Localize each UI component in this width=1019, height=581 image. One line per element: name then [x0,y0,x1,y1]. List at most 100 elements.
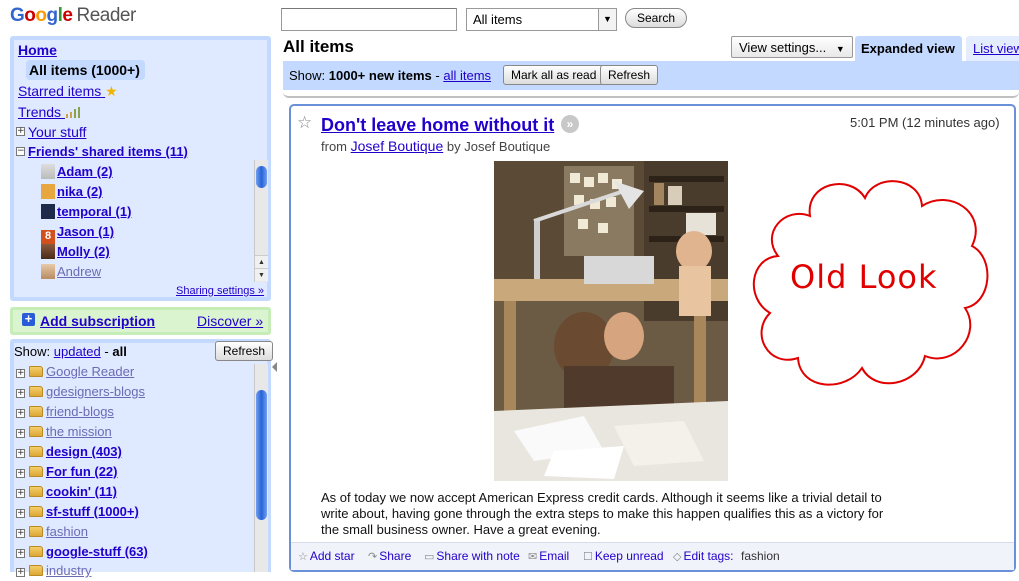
sharing-settings-link[interactable]: Sharing settings » [176,285,264,297]
folder-item[interactable]: + the mission [16,424,112,442]
subscriptions-scrollbar[interactable] [254,364,268,572]
folder-item[interactable]: + For fun (22) [16,464,118,482]
keep-unread-action[interactable]: ☐ Keep unread [583,549,664,563]
friends-scrollbar[interactable]: ▲ ▼ [254,160,268,282]
expand-plus-icon[interactable]: + [16,429,25,438]
new-items-count: 1000+ new items [328,68,432,83]
search-scope-select[interactable]: All items ▼ [466,8,617,31]
tab-list-view[interactable]: List view [966,36,1019,62]
entry-body-text: As of today we now accept American Expre… [321,490,884,537]
folder-item[interactable]: + gdesigners-blogs [16,384,145,402]
collapse-minus-icon[interactable]: − [16,147,25,156]
discover-link[interactable]: Discover » [197,313,263,329]
folder-item[interactable]: + industry [16,563,92,581]
nav-home[interactable]: Home [18,42,57,58]
star-outline-icon[interactable]: ☆ [297,113,312,133]
friend-item[interactable]: Adam (2) [41,164,113,182]
scrollbar-thumb[interactable] [256,390,267,520]
folder-item[interactable]: + fashion [16,524,88,542]
share-label: Share [379,549,412,563]
search-scope-value: All items [473,12,523,27]
nav-starred-items[interactable]: Starred items ★ [18,83,118,100]
all-items-link[interactable]: all items [443,68,491,83]
view-settings-dropdown[interactable]: View settings... ▼ [731,36,853,58]
folder-icon [29,406,43,417]
mark-all-read-button[interactable]: Mark all as read [503,65,605,85]
expand-plus-icon[interactable]: + [16,389,25,398]
scroll-down-icon[interactable]: ▼ [255,268,268,281]
expand-plus-icon[interactable]: + [16,549,25,558]
edit-tags-action[interactable]: ◇ Edit tags: [673,549,734,563]
expand-plus-icon[interactable]: + [16,127,25,136]
view-settings-label: View settings... [739,40,827,55]
items-show-filter: Show: 1000+ new items - all items [289,68,491,83]
nav-trends-label: Trends [18,104,62,120]
expand-plus-icon[interactable]: + [16,489,25,498]
keep-unread-label: Keep unread [594,549,664,563]
folder-icon [29,446,43,457]
folder-item[interactable]: + cookin' (11) [16,484,117,502]
show-separator: - [104,344,109,359]
avatar: 8 [41,230,55,245]
friend-item[interactable]: nika (2) [41,184,103,202]
expand-plus-icon[interactable]: + [16,529,25,538]
folder-item[interactable]: + design (403) [16,444,122,462]
google-reader-logo[interactable]: Google Reader [10,5,136,27]
entry-source-line: from Josef Boutique by Josef Boutique [321,138,550,154]
expand-plus-icon[interactable]: + [16,469,25,478]
share-action[interactable]: ↷ Share [368,549,411,563]
expand-plus-icon[interactable]: + [16,409,25,418]
subscriptions-show-filter: Show: updated - all [14,344,127,359]
share-with-note-label: Share with note [436,549,520,563]
friend-item[interactable]: temporal (1) [41,204,131,222]
logo-reader-text: Reader [76,5,136,26]
entry-title[interactable]: Don't leave home without it [321,115,554,136]
expand-plus-icon[interactable]: + [16,449,25,458]
refresh-subscriptions-button[interactable]: Refresh [215,341,274,361]
folder-icon [29,565,43,576]
show-updated-link[interactable]: updated [54,344,101,359]
nav-your-stuff[interactable]: Your stuff [28,124,86,140]
folder-icon [29,386,43,397]
folder-icon [29,486,43,497]
expand-plus-icon[interactable]: + [16,509,25,518]
bar-chart-icon [65,107,80,118]
avatar [41,204,55,219]
tag-icon: ◇ [673,551,682,563]
folder-item[interactable]: + Google Reader [16,364,134,382]
friend-item[interactable]: Molly (2) [41,244,110,262]
entry-source-link[interactable]: Josef Boutique [351,138,444,154]
expand-plus-icon[interactable]: + [16,369,25,378]
entry-timestamp: 5:01 PM (12 minutes ago) [850,115,1000,130]
tab-expanded-view[interactable]: Expanded view [855,36,962,62]
scrollbar-thumb[interactable] [256,166,267,188]
email-action[interactable]: ✉ Email [528,549,569,563]
old-look-label: Old Look [790,258,938,296]
entry-photo [494,161,728,481]
folder-item[interactable]: + sf-stuff (1000+) [16,504,139,522]
friend-item[interactable]: Andrew [41,264,101,282]
open-original-icon[interactable]: » [561,115,579,133]
expand-plus-icon[interactable]: + [16,568,25,577]
page-title: All items [283,37,354,56]
add-subscription-link[interactable]: Add subscription [40,313,155,329]
share-with-note-action[interactable]: ▭ Share with note [424,549,520,563]
refresh-button[interactable]: Refresh [600,65,659,85]
add-star-label: Add star [309,549,355,563]
friend-item[interactable]: 8 Jason (1) [41,224,114,245]
note-icon: ▭ [424,551,435,563]
folder-item[interactable]: + google-stuff (63) [16,544,148,562]
nav-all-items[interactable]: All items (1000+) [29,62,140,78]
scroll-up-icon[interactable]: ▲ [255,255,268,268]
search-input[interactable] [281,8,457,31]
collapse-sidebar-icon[interactable] [272,362,277,372]
nav-friends-shared-items[interactable]: Friends' shared items (11) [28,144,188,159]
add-star-action[interactable]: ☆ Add star [298,549,355,563]
search-button[interactable]: Search [625,8,688,28]
folder-item[interactable]: + friend-blogs [16,404,114,422]
folder-icon [29,466,43,477]
avatar [41,164,55,179]
show-label: Show: [14,344,51,359]
caret-down-icon: ▼ [835,44,845,54]
nav-trends[interactable]: Trends [18,104,81,120]
